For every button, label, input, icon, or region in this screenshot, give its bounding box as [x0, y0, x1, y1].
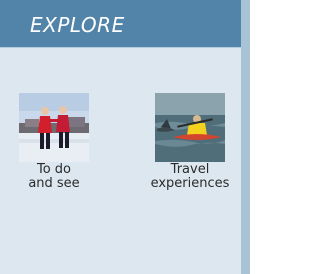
tile-label-to-do-and-see[interactable]: To do and see: [16, 163, 92, 191]
explore-title: EXPLORE: [30, 13, 125, 37]
explore-header: EXPLORE: [0, 0, 250, 47]
kayak-photo-icon[interactable]: [155, 93, 225, 162]
tile-label-travel-experiences[interactable]: Travel experiences: [135, 163, 245, 191]
explore-panel: EXPLORE To do and see Travel experiences: [0, 0, 250, 274]
header-divider: [0, 47, 250, 68]
tile-travel-experiences[interactable]: Travel experiences: [135, 93, 245, 191]
tile-to-do-and-see[interactable]: To do and see: [16, 93, 92, 191]
skaters-photo-icon[interactable]: [19, 93, 89, 162]
